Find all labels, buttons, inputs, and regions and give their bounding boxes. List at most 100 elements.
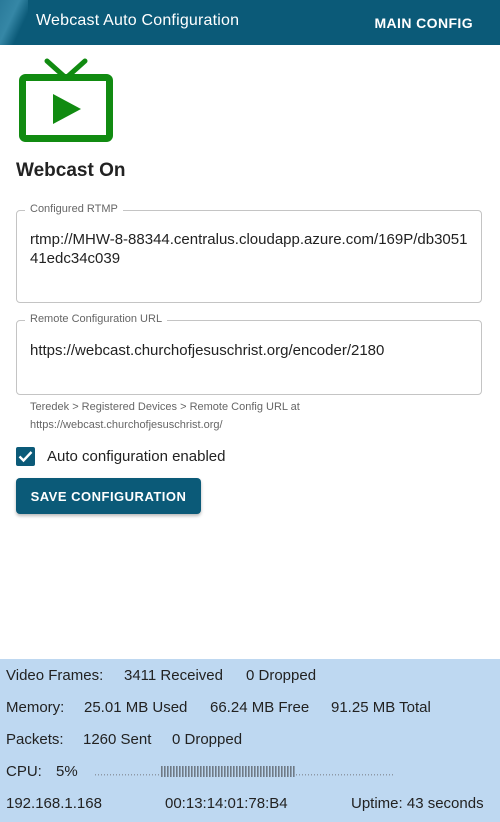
cpu-history-tick [158,774,159,776]
cpu-history-tick [362,774,363,776]
rtmp-field[interactable]: Configured RTMP rtmp://MHW-8-88344.centr… [16,203,482,303]
cpu-history-tick [350,774,351,776]
cpu-history-tick [266,766,268,777]
cpu-history-tick [344,774,345,776]
cpu-history-tick [194,766,196,777]
cpu-history-tick [152,774,153,776]
rtmp-field-value[interactable]: rtmp://MHW-8-88344.centralus.cloudapp.az… [30,230,469,268]
cpu-history-tick [323,774,324,776]
cpu-history-tick [131,774,132,776]
app-bar: Webcast Auto Configuration MAIN CONFIG [0,0,500,45]
cpu-history-tick [185,766,187,777]
cpu-history-tick [293,766,295,777]
cpu-history-tick [389,774,390,776]
cpu-history-tick [161,766,163,777]
memory-free: 66.24 MB Free [210,699,310,716]
cpu-history-tick [218,766,220,777]
cpu-history-tick [212,766,214,777]
cpu-history-tick [242,766,244,777]
cpu-history-tick [377,774,378,776]
cpu-history-tick [359,774,360,776]
cpu-history-tick [314,774,315,776]
cpu-history-tick [176,766,178,777]
cpu-history-tick [134,774,135,776]
cpu-history-tick [329,774,330,776]
cpu-history-tick [380,774,381,776]
auto-config-checkbox[interactable] [16,447,35,466]
cpu-history-tick [272,766,274,777]
cpu-value: 5% [56,763,78,780]
cpu-history-tick [347,774,348,776]
cpu-history-tick [290,766,292,777]
main-config-button[interactable]: MAIN CONFIG [374,15,473,31]
cpu-history-graph [95,766,393,777]
cpu-history-tick [302,774,303,776]
memory-label: Memory: [6,699,65,716]
uptime: Uptime: 43 seconds [351,795,484,812]
frames-dropped: 0 Dropped [246,667,317,684]
cpu-history-tick [338,774,339,776]
video-frames-label: Video Frames: [6,667,104,684]
cpu-history-tick [281,766,283,777]
cpu-history-tick [239,766,241,777]
cpu-history-tick [200,766,202,777]
cpu-history-tick [215,766,217,777]
cpu-history-tick [179,766,181,777]
cpu-history-tick [386,774,387,776]
cpu-history-tick [203,766,205,777]
remote-config-url-label: Remote Configuration URL [25,313,168,325]
cpu-history-tick [146,774,147,776]
cpu-label: CPU: [6,763,42,780]
cpu-history-tick [263,766,265,777]
cpu-history-tick [143,774,144,776]
mac-address: 00:13:14:01:78:B4 [165,795,288,812]
frames-received: 3411 Received [124,667,223,684]
cpu-history-tick [140,774,141,776]
stats-panel: Video Frames: 3411 Received 0 Dropped Me… [0,659,500,822]
cpu-history-tick [149,774,150,776]
memory-used: 25.01 MB Used [84,699,188,716]
cpu-history-tick [122,774,123,776]
cpu-history-tick [326,774,327,776]
ip-address: 192.168.1.168 [6,795,102,812]
cpu-history-tick [317,774,318,776]
cpu-history-tick [284,766,286,777]
remote-config-helper-text: Teredek > Registered Devices > Remote Co… [30,401,300,431]
cpu-history-tick [110,774,111,776]
cpu-history-tick [227,766,229,777]
memory-total: 91.25 MB Total [331,699,431,716]
remote-config-url-value[interactable]: https://webcast.churchofjesuschrist.org/… [30,341,469,360]
cpu-history-tick [191,766,193,777]
cpu-history-tick [365,774,366,776]
cpu-history-tick [188,766,190,777]
rtmp-field-label: Configured RTMP [25,203,123,215]
cpu-history-tick [299,774,300,776]
packets-dropped: 0 Dropped [172,731,243,748]
app-title: Webcast Auto Configuration [36,12,240,29]
cpu-history-tick [209,766,211,777]
app-root: Webcast Auto Configuration MAIN CONFIG W… [0,0,500,822]
cpu-history-tick [182,766,184,777]
cpu-history-tick [155,774,156,776]
cpu-history-tick [116,774,117,776]
cpu-history-tick [368,774,369,776]
cpu-history-tick [353,774,354,776]
cpu-history-tick [341,774,342,776]
cpu-history-tick [305,774,306,776]
cpu-history-tick [119,774,120,776]
cpu-history-tick [128,774,129,776]
save-configuration-button[interactable]: SAVE CONFIGURATION [16,478,201,514]
check-icon [18,451,33,463]
auto-config-label[interactable]: Auto configuration enabled [47,448,225,465]
remote-config-url-field[interactable]: Remote Configuration URL https://webcast… [16,313,482,395]
cpu-history-tick [296,774,297,776]
cpu-history-tick [167,766,169,777]
cpu-history-tick [95,774,96,776]
cpu-history-tick [245,766,247,777]
cpu-history-tick [233,766,235,777]
packets-sent: 1260 Sent [83,731,152,748]
cpu-history-tick [374,774,375,776]
cpu-history-tick [320,774,321,776]
cpu-history-tick [230,766,232,777]
cpu-history-tick [260,766,262,777]
